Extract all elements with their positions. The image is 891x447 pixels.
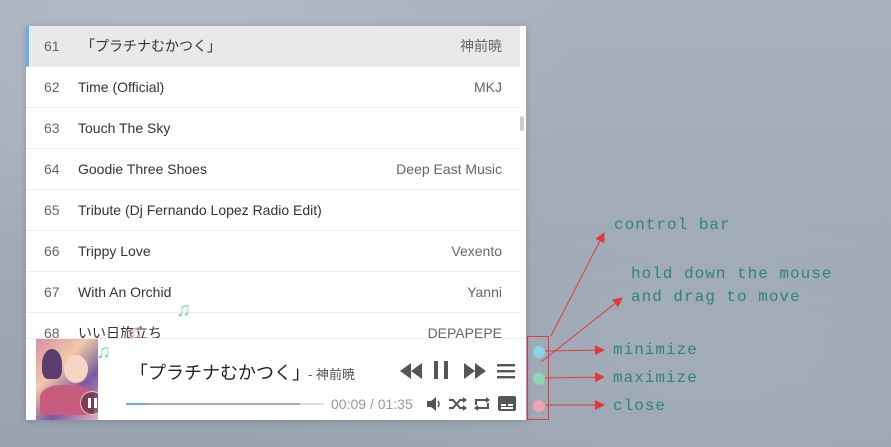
annotation-close: close xyxy=(613,397,667,415)
annotation-maximize: maximize xyxy=(613,369,698,387)
annotation-control-bar: control bar xyxy=(614,216,731,234)
annotation-minimize: minimize xyxy=(613,341,698,359)
annotation-arrows xyxy=(540,232,623,410)
annotation-drag-line2: and drag to move xyxy=(631,288,801,306)
annotation-drag-line1: hold down the mouse xyxy=(631,265,833,283)
